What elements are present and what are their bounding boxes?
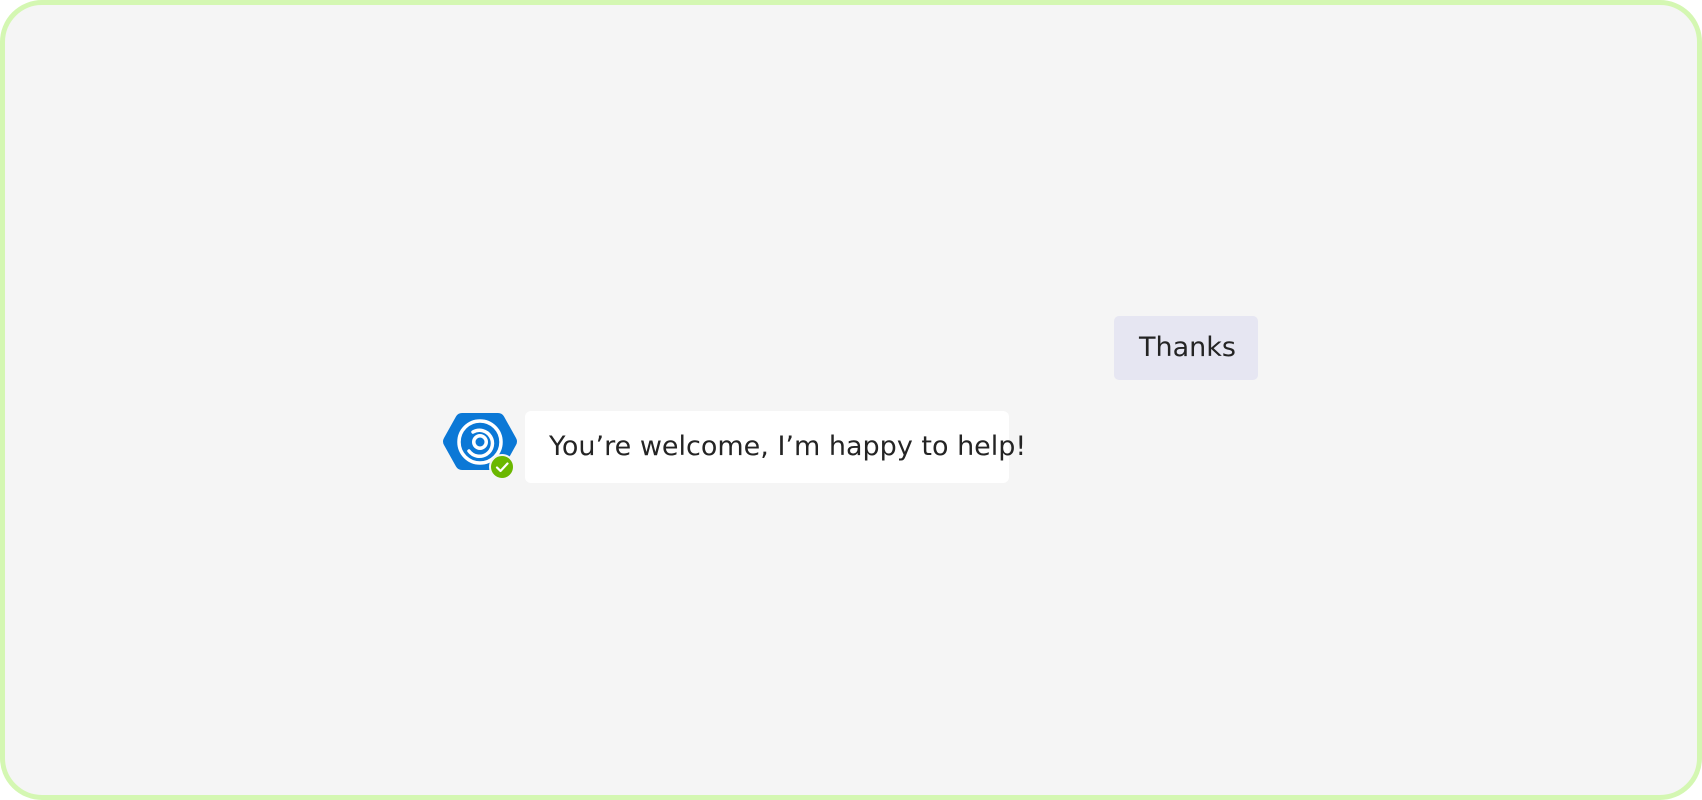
chat-transcript: Thanks You’re welcome, I’m happy to help… <box>5 5 1697 795</box>
presence-badge <box>489 454 515 480</box>
avatar[interactable] <box>442 411 518 480</box>
bot-message-bubble: You’re welcome, I’m happy to help! <box>525 411 1026 483</box>
user-message-bubble: Thanks <box>1114 316 1258 380</box>
app-frame: Thanks You’re welcome, I’m happy to help… <box>0 0 1702 800</box>
available-check-icon <box>489 454 515 480</box>
